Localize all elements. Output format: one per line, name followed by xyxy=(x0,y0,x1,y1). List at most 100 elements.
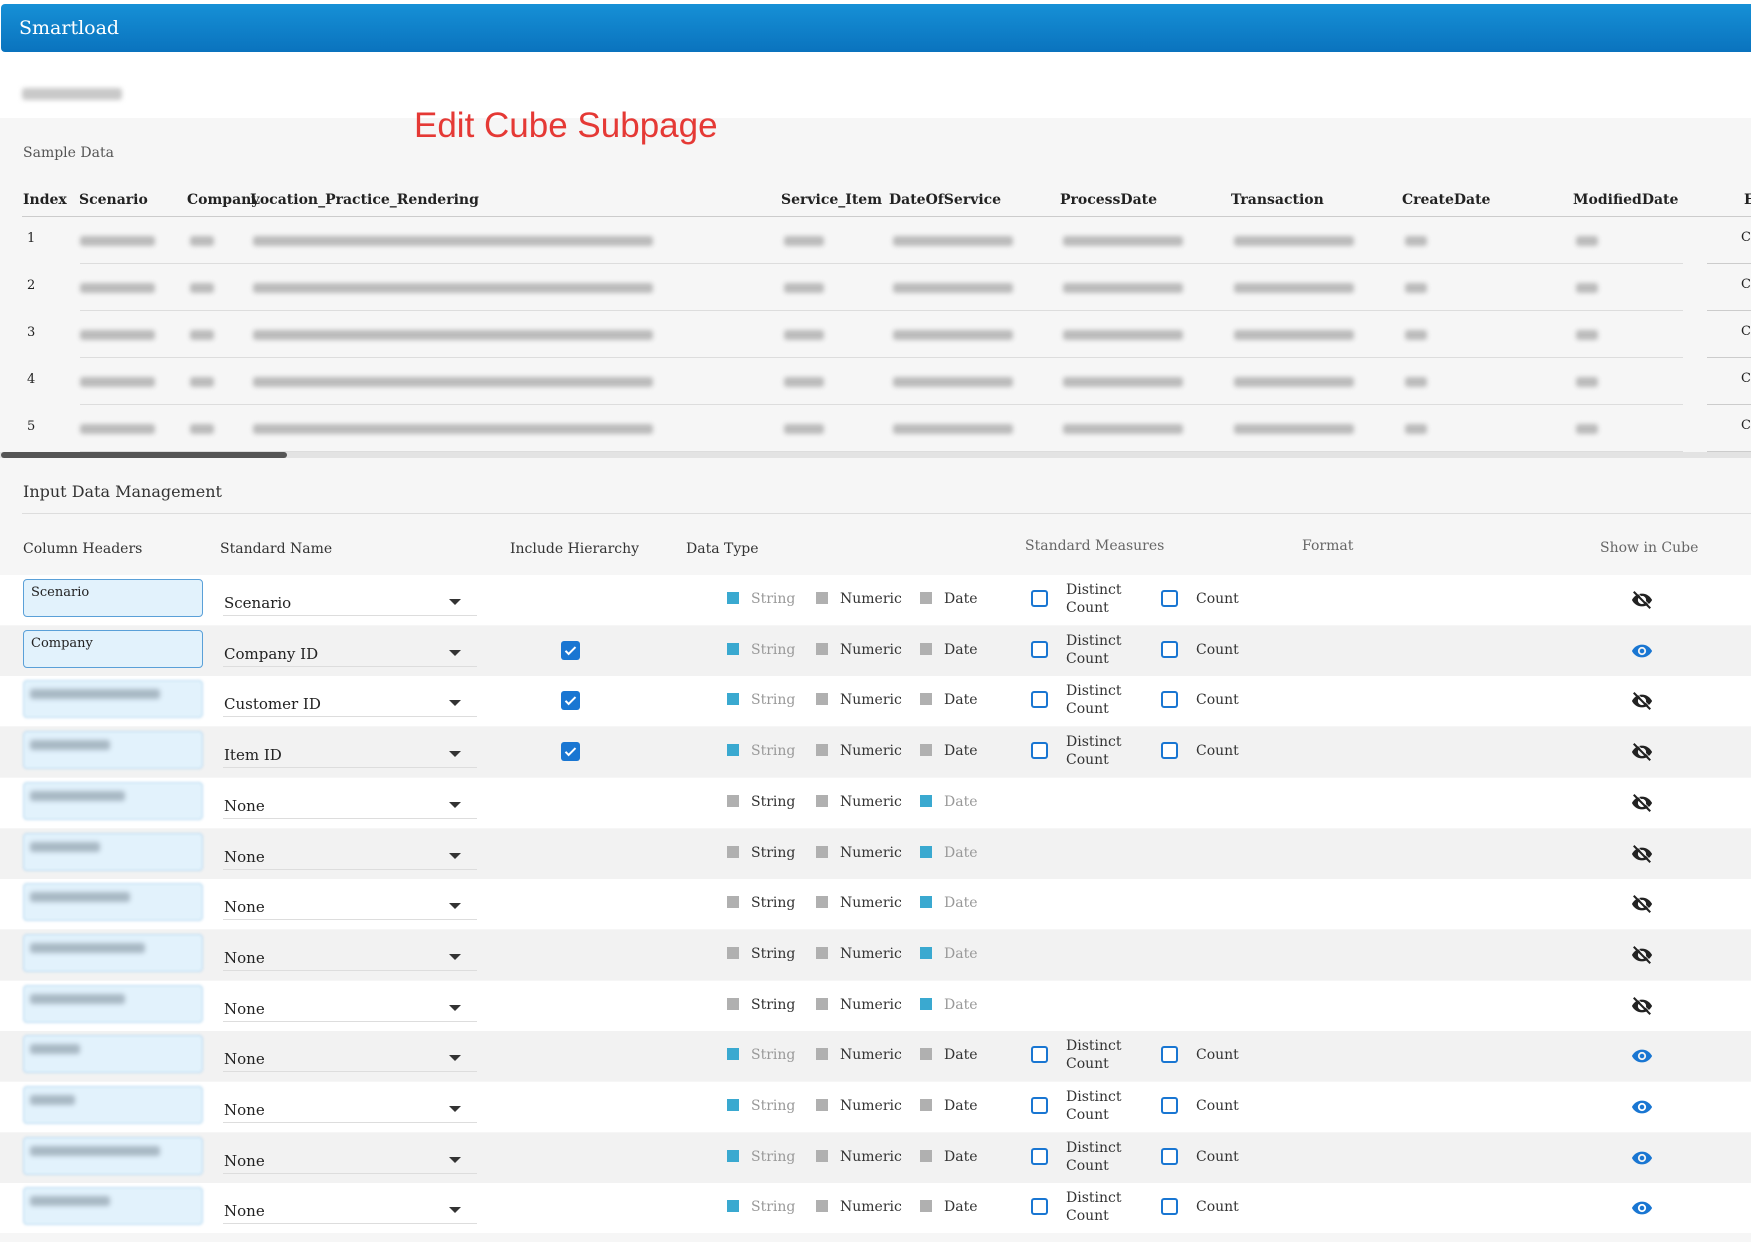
include-hierarchy-checkbox[interactable] xyxy=(561,640,580,660)
distinct-count-checkbox[interactable] xyxy=(1031,1198,1048,1216)
numeric-type-option[interactable]: Numeric xyxy=(816,1149,902,1165)
distinct-count-checkbox[interactable] xyxy=(1031,1097,1048,1114)
date-type-option[interactable]: Date xyxy=(920,1098,977,1114)
column-header-input[interactable] xyxy=(23,781,203,820)
date-type-option[interactable]: Date xyxy=(920,743,977,759)
standard-name-select[interactable]: None xyxy=(223,1139,477,1174)
column-header-input[interactable] xyxy=(23,731,203,770)
count-checkbox[interactable] xyxy=(1161,742,1178,760)
count-checkbox[interactable] xyxy=(1161,590,1178,607)
standard-name-select[interactable]: None xyxy=(223,784,477,819)
string-type-option[interactable]: String xyxy=(727,946,795,962)
eye-off-icon[interactable] xyxy=(1631,741,1653,763)
eye-icon[interactable] xyxy=(1631,1147,1653,1169)
column-header-input[interactable] xyxy=(23,883,203,922)
horizontal-scrollbar[interactable] xyxy=(0,452,1751,458)
date-type-option[interactable]: Date xyxy=(920,946,977,962)
numeric-type-option[interactable]: Numeric xyxy=(816,1199,902,1215)
eye-off-icon[interactable] xyxy=(1631,995,1653,1017)
truncated-cell: C xyxy=(1741,324,1751,339)
column-header-input[interactable] xyxy=(23,1086,203,1124)
numeric-type-option[interactable]: Numeric xyxy=(816,895,902,911)
date-type-option[interactable]: Date xyxy=(920,895,977,911)
scrollbar-thumb[interactable] xyxy=(1,452,287,458)
column-header-input[interactable] xyxy=(23,1035,203,1074)
distinct-count-checkbox[interactable] xyxy=(1031,1046,1048,1064)
eye-off-icon[interactable] xyxy=(1631,690,1653,712)
date-type-option[interactable]: Date xyxy=(920,794,977,810)
string-type-option[interactable]: String xyxy=(727,1149,795,1165)
string-type-option[interactable]: String xyxy=(727,692,795,708)
standard-name-select[interactable]: Item ID xyxy=(223,733,477,769)
count-checkbox[interactable] xyxy=(1161,691,1178,709)
string-type-option[interactable]: String xyxy=(727,997,795,1013)
column-header-input[interactable] xyxy=(23,1187,203,1226)
numeric-type-option[interactable]: Numeric xyxy=(816,591,902,607)
eye-icon[interactable] xyxy=(1631,1096,1653,1118)
distinct-count-checkbox[interactable] xyxy=(1031,742,1048,760)
date-type-option[interactable]: Date xyxy=(920,692,977,708)
string-type-option[interactable]: String xyxy=(727,845,795,861)
date-type-option[interactable]: Date xyxy=(920,845,977,861)
distinct-count-checkbox[interactable] xyxy=(1031,691,1048,709)
include-hierarchy-checkbox[interactable] xyxy=(561,691,580,711)
eye-off-icon[interactable] xyxy=(1631,589,1653,611)
column-header-input[interactable]: Company xyxy=(23,629,203,668)
string-type-option[interactable]: String xyxy=(727,1047,795,1063)
date-type-option[interactable]: Date xyxy=(920,1149,977,1165)
date-type-option[interactable]: Date xyxy=(920,591,977,607)
numeric-type-option[interactable]: Numeric xyxy=(816,692,902,708)
eye-off-icon[interactable] xyxy=(1631,893,1653,915)
eye-icon[interactable] xyxy=(1631,640,1653,662)
string-type-option[interactable]: String xyxy=(727,1098,795,1114)
count-checkbox[interactable] xyxy=(1161,1046,1178,1064)
standard-name-select[interactable]: None xyxy=(223,1189,477,1225)
date-type-option[interactable]: Date xyxy=(920,642,977,658)
distinct-count-checkbox[interactable] xyxy=(1031,590,1048,607)
column-header-input[interactable] xyxy=(23,984,203,1023)
eye-icon[interactable] xyxy=(1631,1197,1653,1219)
standard-name-select[interactable]: None xyxy=(223,936,477,971)
eye-icon[interactable] xyxy=(1631,1045,1653,1067)
distinct-count-checkbox[interactable] xyxy=(1031,640,1048,658)
column-header-input[interactable] xyxy=(23,933,203,972)
numeric-type-option[interactable]: Numeric xyxy=(816,997,902,1013)
date-type-option[interactable]: Date xyxy=(920,997,977,1013)
string-type-option[interactable]: String xyxy=(727,591,795,607)
eye-off-icon[interactable] xyxy=(1631,944,1653,966)
eye-off-icon[interactable] xyxy=(1631,843,1653,865)
standard-name-select[interactable]: None xyxy=(223,987,477,1022)
date-type-option[interactable]: Date xyxy=(920,1047,977,1063)
standard-name-select[interactable]: Customer ID xyxy=(223,682,477,718)
column-header-input[interactable]: Scenario xyxy=(23,579,203,617)
numeric-type-option[interactable]: Numeric xyxy=(816,743,902,759)
standard-name-select[interactable]: None xyxy=(223,1037,477,1073)
standard-name-select[interactable]: Scenario xyxy=(223,581,477,616)
string-type-option[interactable]: String xyxy=(727,895,795,911)
standard-name-select[interactable]: None xyxy=(223,885,477,921)
eye-off-icon[interactable] xyxy=(1631,792,1653,814)
date-type-option[interactable]: Date xyxy=(920,1199,977,1215)
distinct-count-checkbox[interactable] xyxy=(1031,1147,1048,1165)
standard-name-select[interactable]: None xyxy=(223,1088,477,1123)
column-header-input[interactable] xyxy=(23,832,203,871)
numeric-type-option[interactable]: Numeric xyxy=(816,946,902,962)
standard-name-select[interactable]: Company ID xyxy=(223,632,477,667)
column-header-input[interactable] xyxy=(23,680,203,719)
string-type-option[interactable]: String xyxy=(727,743,795,759)
numeric-type-option[interactable]: Numeric xyxy=(816,845,902,861)
string-type-option[interactable]: String xyxy=(727,794,795,810)
include-hierarchy-checkbox[interactable] xyxy=(561,742,580,762)
string-type-option[interactable]: String xyxy=(727,642,795,658)
count-checkbox[interactable] xyxy=(1161,640,1178,658)
column-header-input[interactable] xyxy=(23,1136,203,1175)
numeric-type-option[interactable]: Numeric xyxy=(816,1047,902,1063)
standard-name-select[interactable]: None xyxy=(223,835,477,870)
count-checkbox[interactable] xyxy=(1161,1147,1178,1165)
numeric-type-option[interactable]: Numeric xyxy=(816,1098,902,1114)
string-type-option[interactable]: String xyxy=(727,1199,795,1215)
numeric-type-option[interactable]: Numeric xyxy=(816,794,902,810)
numeric-type-option[interactable]: Numeric xyxy=(816,642,902,658)
count-checkbox[interactable] xyxy=(1161,1198,1178,1216)
count-checkbox[interactable] xyxy=(1161,1097,1178,1114)
